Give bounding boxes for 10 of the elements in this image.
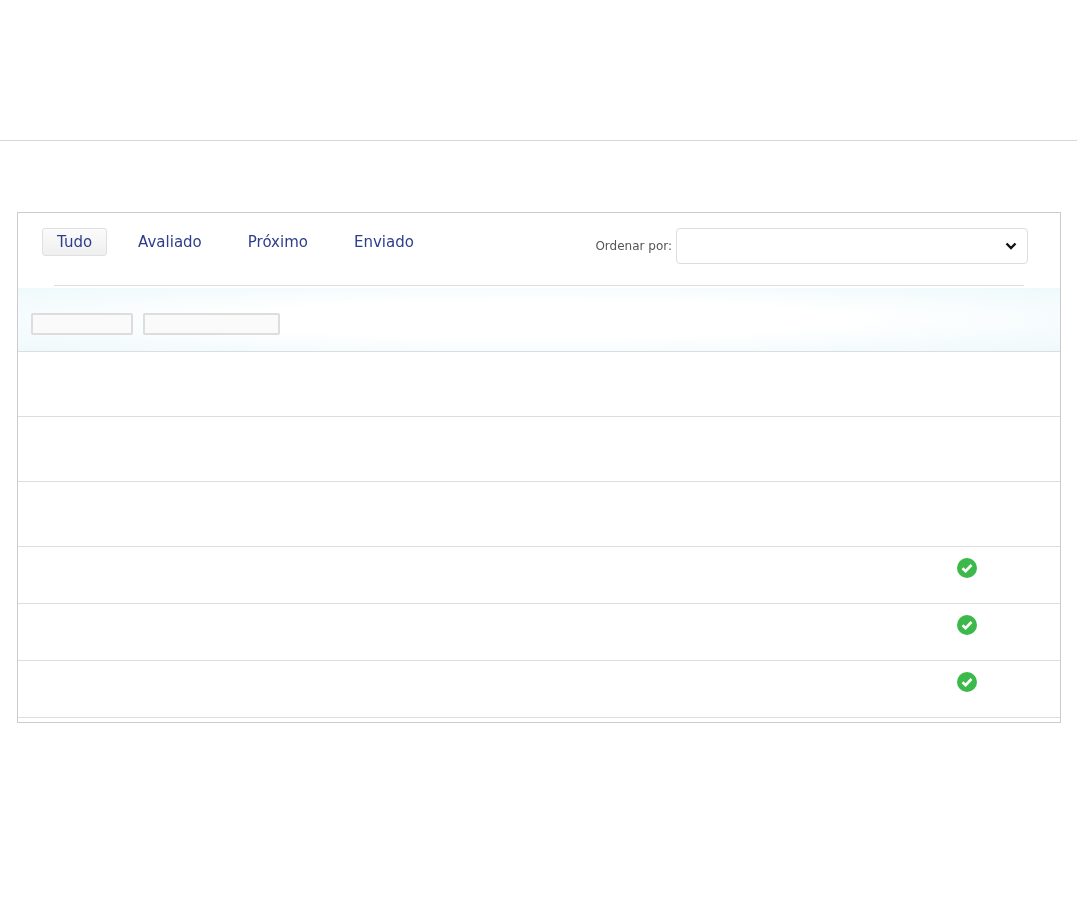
filter-tab[interactable]: Próximo <box>232 228 323 256</box>
filter-tab[interactable]: Enviado <box>338 228 429 256</box>
check-circle-icon <box>957 615 977 635</box>
filter-tab[interactable]: Tudo <box>42 228 108 256</box>
check-circle-icon <box>957 672 977 692</box>
sort-label: Ordenar por: <box>595 239 672 253</box>
chevron-down-icon <box>1005 242 1017 250</box>
check-circle-icon <box>957 558 977 578</box>
filter-tab[interactable]: Avaliado <box>123 228 217 256</box>
sort-dropdown[interactable] <box>676 228 1028 264</box>
